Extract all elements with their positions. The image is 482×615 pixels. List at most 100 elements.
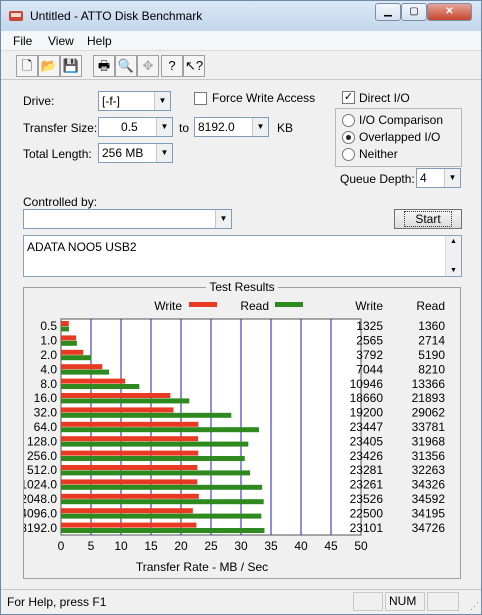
write-value: 23405: [350, 434, 384, 448]
read-value: 31356: [412, 449, 446, 463]
write-value: 23261: [350, 478, 384, 492]
total-length-select[interactable]: 256 MB ▼: [98, 143, 173, 163]
total-length-value: 256 MB: [102, 146, 144, 160]
chevron-down-icon[interactable]: ▼: [252, 118, 268, 136]
write-bar: [61, 465, 198, 470]
move-icon[interactable]: ✥: [137, 55, 159, 77]
results-chart: Write Read Write Read Transfer Rate - MB…: [24, 299, 446, 574]
read-bar: [61, 355, 92, 361]
write-value: 22500: [350, 506, 384, 520]
legend-write-swatch: [189, 302, 217, 307]
read-value: 1360: [418, 319, 445, 333]
x-tick-label: 50: [354, 539, 368, 553]
io-comparison-radio[interactable]: [342, 114, 355, 127]
drive-select[interactable]: [-f-] ▼: [98, 91, 171, 111]
write-bar: [61, 335, 77, 341]
write-bar: [61, 522, 197, 528]
maximize-button[interactable]: ▢: [401, 3, 427, 21]
kb-label: KB: [277, 121, 294, 135]
resize-grip-icon[interactable]: ⋰: [470, 601, 479, 612]
queue-depth-label: Queue Depth:: [340, 172, 415, 186]
chevron-down-icon[interactable]: ▼: [444, 169, 460, 187]
y-category-label: 0.5: [40, 319, 57, 333]
open-icon[interactable]: 📂: [38, 55, 60, 77]
x-tick-label: 25: [204, 539, 218, 553]
read-value: 5190: [418, 348, 445, 362]
context-help-icon[interactable]: ↖?: [183, 55, 205, 77]
chevron-down-icon[interactable]: ▼: [156, 144, 172, 162]
menu-help[interactable]: Help: [87, 34, 112, 48]
save-icon[interactable]: 💾: [60, 55, 82, 77]
x-tick-label: 40: [294, 539, 308, 553]
read-value: 34726: [412, 521, 446, 535]
read-bar: [61, 499, 264, 505]
write-bar: [61, 393, 171, 398]
y-category-label: 2048.0: [24, 492, 57, 506]
status-panel-empty: [353, 592, 383, 611]
menu-bar: File View Help: [1, 31, 481, 51]
controlled-by-select[interactable]: ▼: [23, 209, 232, 229]
read-value: 2714: [418, 334, 445, 348]
read-value: 34195: [412, 506, 446, 520]
menu-view[interactable]: View: [48, 34, 74, 48]
y-category-label: 1.0: [40, 334, 57, 348]
transfer-from-value: 0.5: [121, 120, 138, 134]
title-bar[interactable]: Untitled - ATTO Disk Benchmark ▁ ▢ ✕: [1, 1, 481, 31]
minimize-button[interactable]: ▁: [375, 3, 401, 21]
read-bar: [61, 384, 140, 389]
scroll-down-icon[interactable]: ▼: [446, 267, 461, 274]
chevron-down-icon[interactable]: ▼: [156, 118, 172, 136]
legend-read-label: Read: [240, 299, 269, 313]
read-bar: [61, 513, 262, 519]
y-category-label: 4096.0: [24, 506, 57, 520]
help-icon[interactable]: ?: [161, 55, 183, 77]
queue-depth-value: 4: [420, 171, 427, 185]
read-bar: [61, 340, 77, 346]
print-preview-icon[interactable]: 🔍: [115, 55, 137, 77]
read-value: 21893: [412, 391, 446, 405]
to-label: to: [179, 121, 190, 135]
y-category-label: 4.0: [40, 362, 57, 376]
start-button[interactable]: Start: [394, 209, 462, 229]
y-category-label: 8192.0: [24, 521, 57, 535]
read-value: 34326: [412, 478, 446, 492]
force-write-label: Force Write Access: [212, 91, 316, 105]
force-write-checkbox[interactable]: [194, 92, 207, 105]
scroll-up-icon[interactable]: ▲: [446, 238, 461, 245]
read-bar: [61, 484, 263, 490]
write-bar: [61, 364, 103, 370]
new-icon[interactable]: 🗋: [16, 55, 38, 77]
y-category-label: 8.0: [40, 377, 57, 391]
y-category-label: 32.0: [34, 406, 58, 420]
y-category-label: 512.0: [27, 463, 57, 477]
drive-value: [-f-]: [102, 94, 120, 108]
transfer-to-select[interactable]: 8192.0 ▼: [194, 117, 269, 137]
overlapped-io-radio[interactable]: [342, 131, 355, 144]
x-axis-label: Transfer Rate - MB / Sec: [136, 560, 268, 574]
num-indicator: NUM: [385, 592, 425, 611]
menu-file[interactable]: File: [13, 34, 32, 48]
description-textarea[interactable]: ADATA NOO5 USB2 ▲ ▼: [23, 235, 462, 277]
x-tick-label: 35: [264, 539, 278, 553]
description-text: ADATA NOO5 USB2: [27, 240, 137, 254]
print-icon[interactable]: 🖶: [93, 55, 115, 77]
read-value: 31968: [412, 434, 446, 448]
test-results-panel: Test Results Write Read Write Read Trans…: [23, 280, 461, 579]
write-value: 1325: [356, 319, 383, 333]
description-scrollbar[interactable]: ▲ ▼: [445, 236, 461, 276]
direct-io-checkbox[interactable]: ✓: [342, 91, 355, 104]
write-bar: [61, 321, 69, 326]
write-bar: [61, 493, 199, 499]
controlled-by-label: Controlled by:: [23, 195, 98, 209]
x-tick-label: 0: [58, 539, 65, 553]
transfer-from-select[interactable]: 0.5 ▼: [98, 117, 173, 137]
write-bar: [61, 407, 174, 413]
close-button[interactable]: ✕: [427, 3, 472, 21]
chevron-down-icon[interactable]: ▼: [154, 92, 170, 110]
x-tick-label: 15: [144, 539, 158, 553]
queue-depth-select[interactable]: 4 ▼: [416, 168, 461, 188]
chevron-down-icon[interactable]: ▼: [215, 210, 231, 228]
neither-radio[interactable]: [342, 148, 355, 161]
write-bar: [61, 421, 199, 427]
read-value: 32263: [412, 463, 446, 477]
